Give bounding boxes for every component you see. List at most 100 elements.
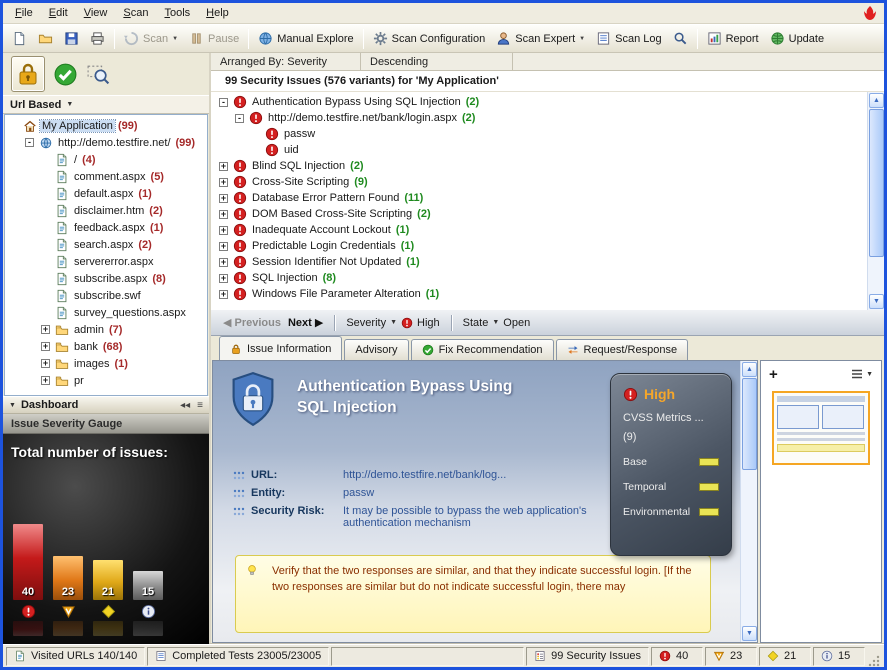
tree-item-database-error-pattern-found[interactable]: +Database Error Pattern Found(11) xyxy=(215,190,867,206)
scan-button[interactable]: Scan▼ xyxy=(119,29,183,48)
scan-configuration-button[interactable]: Scan Configuration xyxy=(368,29,491,48)
tree-item-authentication-bypass-using-sql-injection[interactable]: -Authentication Bypass Using SQL Injecti… xyxy=(215,94,867,110)
expand-toggle[interactable]: + xyxy=(219,274,228,283)
menu-file[interactable]: File xyxy=(7,5,41,21)
expand-toggle[interactable]: + xyxy=(219,290,228,299)
tree-item-servererror-aspx[interactable]: servererror.aspx xyxy=(5,253,207,270)
tab-request-response[interactable]: Request/Response xyxy=(556,339,689,360)
tree-item-http-demo-testfire-net-bank-login-aspx[interactable]: -http://demo.testfire.net/bank/login.asp… xyxy=(215,110,867,126)
view-menu-button[interactable]: ▼ xyxy=(851,368,873,380)
tree-item-disclaimer-htm[interactable]: disclaimer.htm(2) xyxy=(5,202,207,219)
issues-scrollbar[interactable]: ▲ ▼ xyxy=(867,92,884,310)
tree-item-uid[interactable]: uid xyxy=(215,142,867,158)
scrollbar-thumb[interactable] xyxy=(742,378,757,470)
update-button[interactable]: Update xyxy=(765,29,829,48)
tree-item-cross-site-scripting[interactable]: +Cross-Site Scripting(9) xyxy=(215,174,867,190)
collapse-panel-icon[interactable]: ◂◂ xyxy=(180,400,190,411)
new-button[interactable] xyxy=(7,29,32,48)
tree-item-subscribe-swf[interactable]: subscribe.swf xyxy=(5,287,207,304)
expand-toggle[interactable]: + xyxy=(219,226,228,235)
tree-item-pr[interactable]: +pr xyxy=(5,372,207,389)
expand-toggle[interactable]: + xyxy=(41,325,50,334)
view-selector[interactable]: Url Based ▼ xyxy=(3,95,209,114)
dashboard-menu-icon[interactable]: ≡ xyxy=(197,400,203,411)
tree-item-http-demo-testfire-net[interactable]: -http://demo.testfire.net/(99) xyxy=(5,134,207,151)
explore-phase-icon[interactable] xyxy=(86,62,111,87)
tree-item-default-aspx[interactable]: default.aspx(1) xyxy=(5,185,207,202)
expand-toggle[interactable]: + xyxy=(41,342,50,351)
arranged-by-header[interactable]: Arranged By: Severity xyxy=(211,53,361,70)
expand-toggle[interactable]: + xyxy=(41,359,50,368)
tree-item-images[interactable]: +images(1) xyxy=(5,355,207,372)
issue-count: (1) xyxy=(150,222,163,234)
next-button[interactable]: Next ▶ xyxy=(288,316,323,329)
tree-item-my-application[interactable]: My Application(99) xyxy=(5,117,207,134)
expand-toggle[interactable]: + xyxy=(219,210,228,219)
expand-toggle[interactable]: + xyxy=(219,258,228,267)
tree-item-dom-based-cross-site-scripting[interactable]: +DOM Based Cross-Site Scripting(2) xyxy=(215,206,867,222)
detail-scrollbar[interactable]: ▲ ▼ xyxy=(740,361,757,642)
tree-item-sql-injection[interactable]: +SQL Injection(8) xyxy=(215,270,867,286)
tree-item-inadequate-account-lockout[interactable]: +Inadequate Account Lockout(1) xyxy=(215,222,867,238)
menu-tools[interactable]: Tools xyxy=(156,5,198,21)
tree-item-admin[interactable]: +admin(7) xyxy=(5,321,207,338)
folder-icon xyxy=(55,323,69,337)
expand-toggle[interactable]: + xyxy=(41,376,50,385)
power-tools-button[interactable] xyxy=(668,29,693,48)
tab-fix-recommendation[interactable]: Fix Recommendation xyxy=(411,339,554,360)
expand-toggle[interactable]: + xyxy=(219,162,228,171)
tree-item-[interactable]: /(4) xyxy=(5,151,207,168)
scan-phase-button[interactable] xyxy=(11,56,45,92)
severity-dropdown[interactable]: Severity ▼ High xyxy=(346,317,439,329)
previous-button[interactable]: ◀ Previous xyxy=(223,316,281,329)
list-icon xyxy=(851,368,863,380)
save-button[interactable] xyxy=(59,29,84,48)
state-dropdown[interactable]: State ▼ Open xyxy=(463,317,531,329)
tree-item-predictable-login-credentials[interactable]: +Predictable Login Credentials(1) xyxy=(215,238,867,254)
open-button[interactable] xyxy=(33,29,58,48)
collapse-toggle[interactable]: - xyxy=(235,114,244,123)
scroll-down-icon[interactable]: ▼ xyxy=(742,626,757,641)
pause-button[interactable]: Pause xyxy=(184,29,244,48)
test-phase-icon[interactable] xyxy=(53,62,78,87)
scan-expert-button[interactable]: Scan Expert▼ xyxy=(491,29,590,48)
scrollbar-thumb[interactable] xyxy=(869,109,884,257)
tree-item-feedback-aspx[interactable]: feedback.aspx(1) xyxy=(5,219,207,236)
menu-help[interactable]: Help xyxy=(198,5,237,21)
expand-toggle[interactable]: + xyxy=(219,242,228,251)
tree-item-label: Inadequate Account Lockout xyxy=(250,224,393,236)
add-button[interactable]: + xyxy=(769,366,778,383)
tree-item-blind-sql-injection[interactable]: +Blind SQL Injection(2) xyxy=(215,158,867,174)
scan-log-button[interactable]: Scan Log xyxy=(591,29,666,48)
expand-toggle[interactable]: + xyxy=(219,194,228,203)
tree-item-session-identifier-not-updated[interactable]: +Session Identifier Not Updated(1) xyxy=(215,254,867,270)
tree-item-passw[interactable]: passw xyxy=(215,126,867,142)
tab-issue-information[interactable]: Issue Information xyxy=(219,336,342,360)
collapse-toggle[interactable]: - xyxy=(219,98,228,107)
tab-arrows-icon xyxy=(567,344,579,356)
resize-grip[interactable] xyxy=(867,653,881,667)
scroll-up-icon[interactable]: ▲ xyxy=(869,93,884,108)
page-thumbnail[interactable] xyxy=(772,391,870,465)
tree-item-survey-questions-aspx[interactable]: survey_questions.aspx xyxy=(5,304,207,321)
dashboard-header[interactable]: ▼ Dashboard ◂◂ ≡ xyxy=(3,396,209,414)
print-button[interactable] xyxy=(85,29,110,48)
scroll-down-icon[interactable]: ▼ xyxy=(869,294,884,309)
collapse-toggle[interactable]: - xyxy=(25,138,34,147)
sort-order-header[interactable]: Descending xyxy=(361,53,513,70)
tree-item-subscribe-aspx[interactable]: subscribe.aspx(8) xyxy=(5,270,207,287)
menu-view[interactable]: View xyxy=(76,5,116,21)
menu-edit[interactable]: Edit xyxy=(41,5,76,21)
manual-explore-button[interactable]: Manual Explore xyxy=(253,29,358,48)
tab-advisory[interactable]: Advisory xyxy=(344,339,408,360)
tree-item-search-aspx[interactable]: search.aspx(2) xyxy=(5,236,207,253)
cvss-metrics-link[interactable]: CVSS Metrics ... xyxy=(623,412,719,424)
tree-item-windows-file-parameter-alteration[interactable]: +Windows File Parameter Alteration(1) xyxy=(215,286,867,302)
menu-scan[interactable]: Scan xyxy=(115,5,156,21)
expand-toggle[interactable]: + xyxy=(219,178,228,187)
report-button[interactable]: Report xyxy=(702,29,764,48)
detail-row: Authentication Bypass Using SQL Injectio… xyxy=(211,360,884,644)
scroll-up-icon[interactable]: ▲ xyxy=(742,362,757,377)
tree-item-comment-aspx[interactable]: comment.aspx(5) xyxy=(5,168,207,185)
tree-item-bank[interactable]: +bank(68) xyxy=(5,338,207,355)
